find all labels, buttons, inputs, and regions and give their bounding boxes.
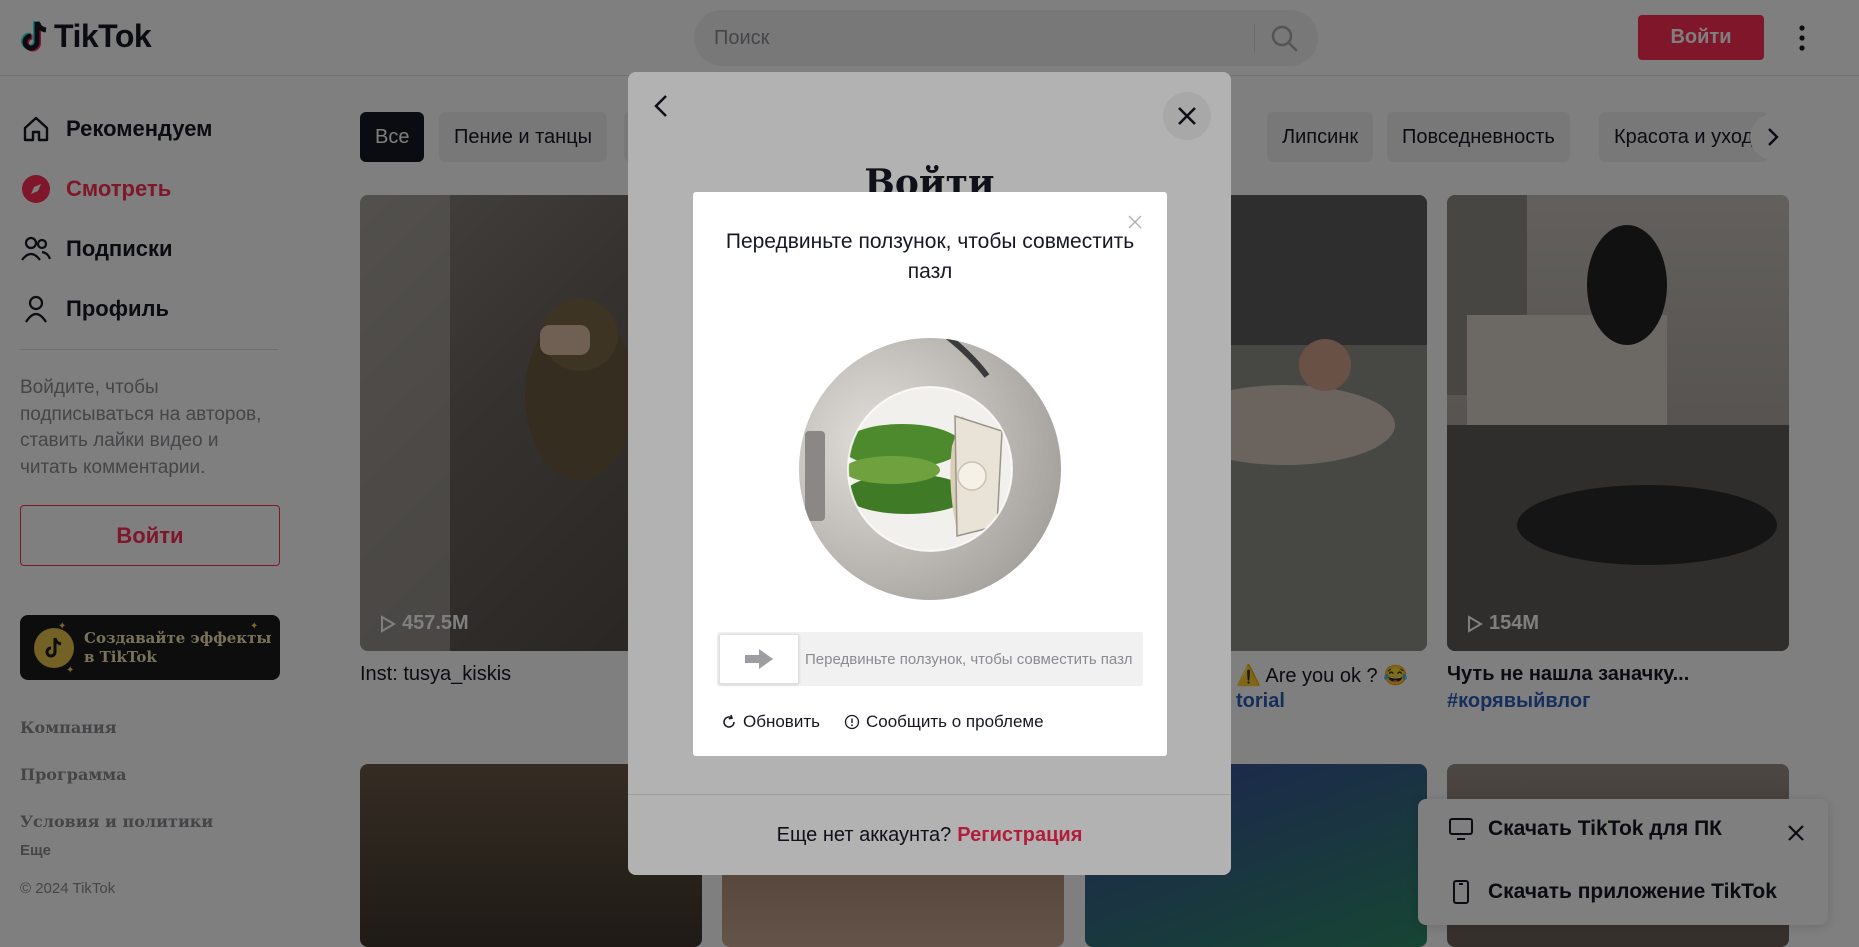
arrow-right-icon	[745, 649, 773, 669]
alert-circle-icon	[844, 714, 860, 730]
captcha-slider-handle[interactable]	[719, 634, 799, 684]
captcha-actions: Обновить Сообщить о проблеме	[721, 707, 1044, 737]
puzzle-image	[797, 336, 1063, 602]
refresh-button[interactable]: Обновить	[721, 712, 820, 732]
report-problem-button[interactable]: Сообщить о проблеме	[844, 712, 1044, 732]
slider-hint-text: Передвиньте ползунок, чтобы совместить п…	[805, 650, 1133, 668]
captcha-dialog: Передвиньте ползунок, чтобы совместить п…	[693, 192, 1167, 756]
refresh-icon	[723, 714, 735, 728]
captcha-slider-track: Передвиньте ползунок, чтобы совместить п…	[717, 632, 1143, 686]
captcha-title: Передвиньте ползунок, чтобы совместить п…	[725, 230, 1135, 283]
